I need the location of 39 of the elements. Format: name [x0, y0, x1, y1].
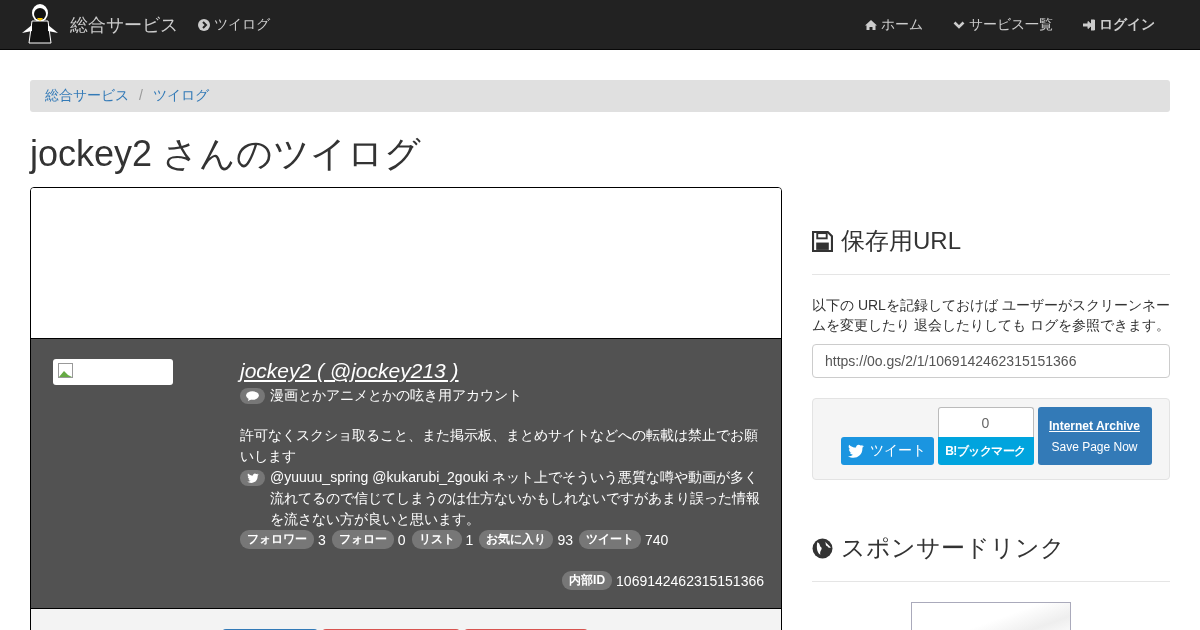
url-field[interactable]: https://0o.gs/2/1/1069142462315151366 [812, 344, 1170, 378]
breadcrumb-link[interactable]: ツイログ [152, 87, 209, 105]
save-url-description: 以下の URLを記録しておけば ユーザーがスクリーンネームを変更したり 退会したりしても ログを参照できます。 [812, 296, 1170, 335]
stat-label: お気に入り [479, 530, 554, 549]
stat-label: フォロワー [240, 530, 314, 549]
brand-link[interactable]: 総合サービス [70, 12, 178, 37]
latest-tweet-text: @yuuuu_spring @kukarubi_2gouki ネット上でそういう悪質な噂や動画が多く流れてるので信じてしまうのは仕方ないかもしれないですがあまり誤った情報を流さない方が良いと思います。 [270, 468, 761, 529]
stat-value: 3 [318, 531, 326, 548]
page-title: jockey2 さんのツイログ [30, 132, 423, 176]
stat-value: 0 [397, 531, 406, 548]
stat-label: フォロー [331, 530, 394, 549]
stat-value: 1 [465, 531, 474, 548]
stat-label: リスト [411, 530, 462, 549]
bookmark-count: 0 [937, 407, 1034, 437]
nav-menu-item[interactable]: ログイン [1068, 15, 1170, 34]
chevron-circle-icon [198, 18, 210, 31]
nav-link[interactable]: ツイログ [198, 15, 270, 34]
broken-image-icon [58, 363, 74, 379]
speech-bubble-icon [240, 388, 265, 404]
stat-value: 93 [557, 531, 573, 548]
internal-id-label: 内部ID [562, 571, 613, 590]
breadcrumb-link[interactable]: 総合サービス [45, 87, 129, 105]
sign-in-icon [1083, 18, 1095, 31]
breadcrumb-separator: / [138, 87, 144, 105]
profile-bio: 許可なくスクショ取ること、また掲示板、まとめサイトなどへの転載は禁止でお願いします [240, 426, 759, 466]
nav-menu-item[interactable]: ホーム [850, 15, 938, 34]
stat-label: ツイート [578, 530, 641, 549]
stat-value: 740 [644, 531, 669, 548]
globe-icon [812, 537, 833, 559]
section-heading: 保存用URL [841, 226, 961, 256]
home-icon [865, 18, 877, 31]
section-heading: スポンサードリンク [841, 533, 1065, 563]
twitter-bird-icon [240, 470, 265, 486]
twitter-bird-icon [848, 444, 864, 458]
penguin-logo-icon[interactable] [20, 2, 60, 47]
profile-description: 漫画とかアニメとかの呟き用アカウント [270, 387, 522, 405]
nav-menu-item[interactable]: サービス一覧 [938, 15, 1068, 34]
archive-button[interactable]: Internet Archive Save Page Now [1037, 407, 1152, 465]
internal-id-value: 1069142462315151366 [616, 572, 764, 589]
